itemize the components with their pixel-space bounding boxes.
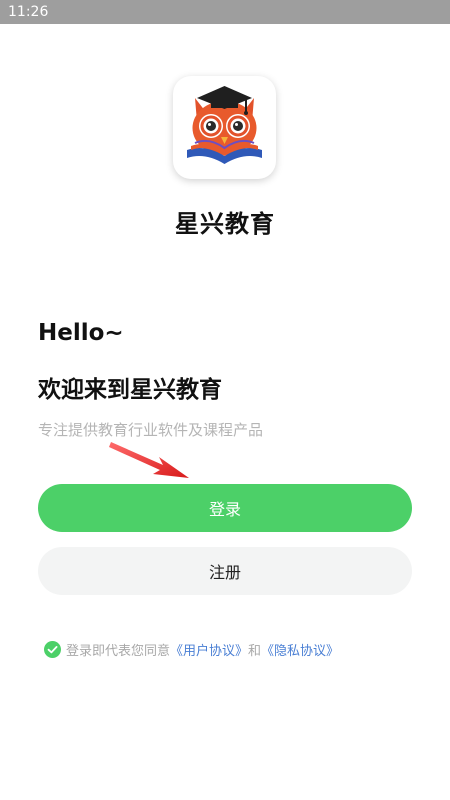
app-name: 星兴教育 [175, 210, 275, 238]
user-agreement-link[interactable]: 《用户协议》 [170, 640, 248, 659]
app-logo-icon [173, 76, 276, 179]
status-bar: 11:26 [0, 0, 450, 24]
welcome-heading: 欢迎来到星兴教育 [38, 377, 222, 403]
agreement-row: 登录即代表您同意 《用户协议》 和 《隐私协议》 [44, 639, 339, 659]
red-arrow-icon [109, 442, 189, 478]
login-screen: 11:26 星兴教育 Hello~ 欢迎来到星兴教育 专注提供教育行业软件及课程… [0, 0, 450, 800]
privacy-policy-link[interactable]: 《隐私协议》 [261, 640, 339, 659]
hello-heading: Hello~ [38, 320, 124, 346]
agreement-conjunction: 和 [248, 643, 262, 659]
status-time: 11:26 [8, 4, 49, 20]
login-button[interactable]: 登录 [38, 484, 412, 532]
agreement-prefix: 登录即代表您同意 [66, 643, 171, 659]
check-circle-icon[interactable] [44, 640, 61, 658]
register-button[interactable]: 注册 [38, 547, 412, 595]
